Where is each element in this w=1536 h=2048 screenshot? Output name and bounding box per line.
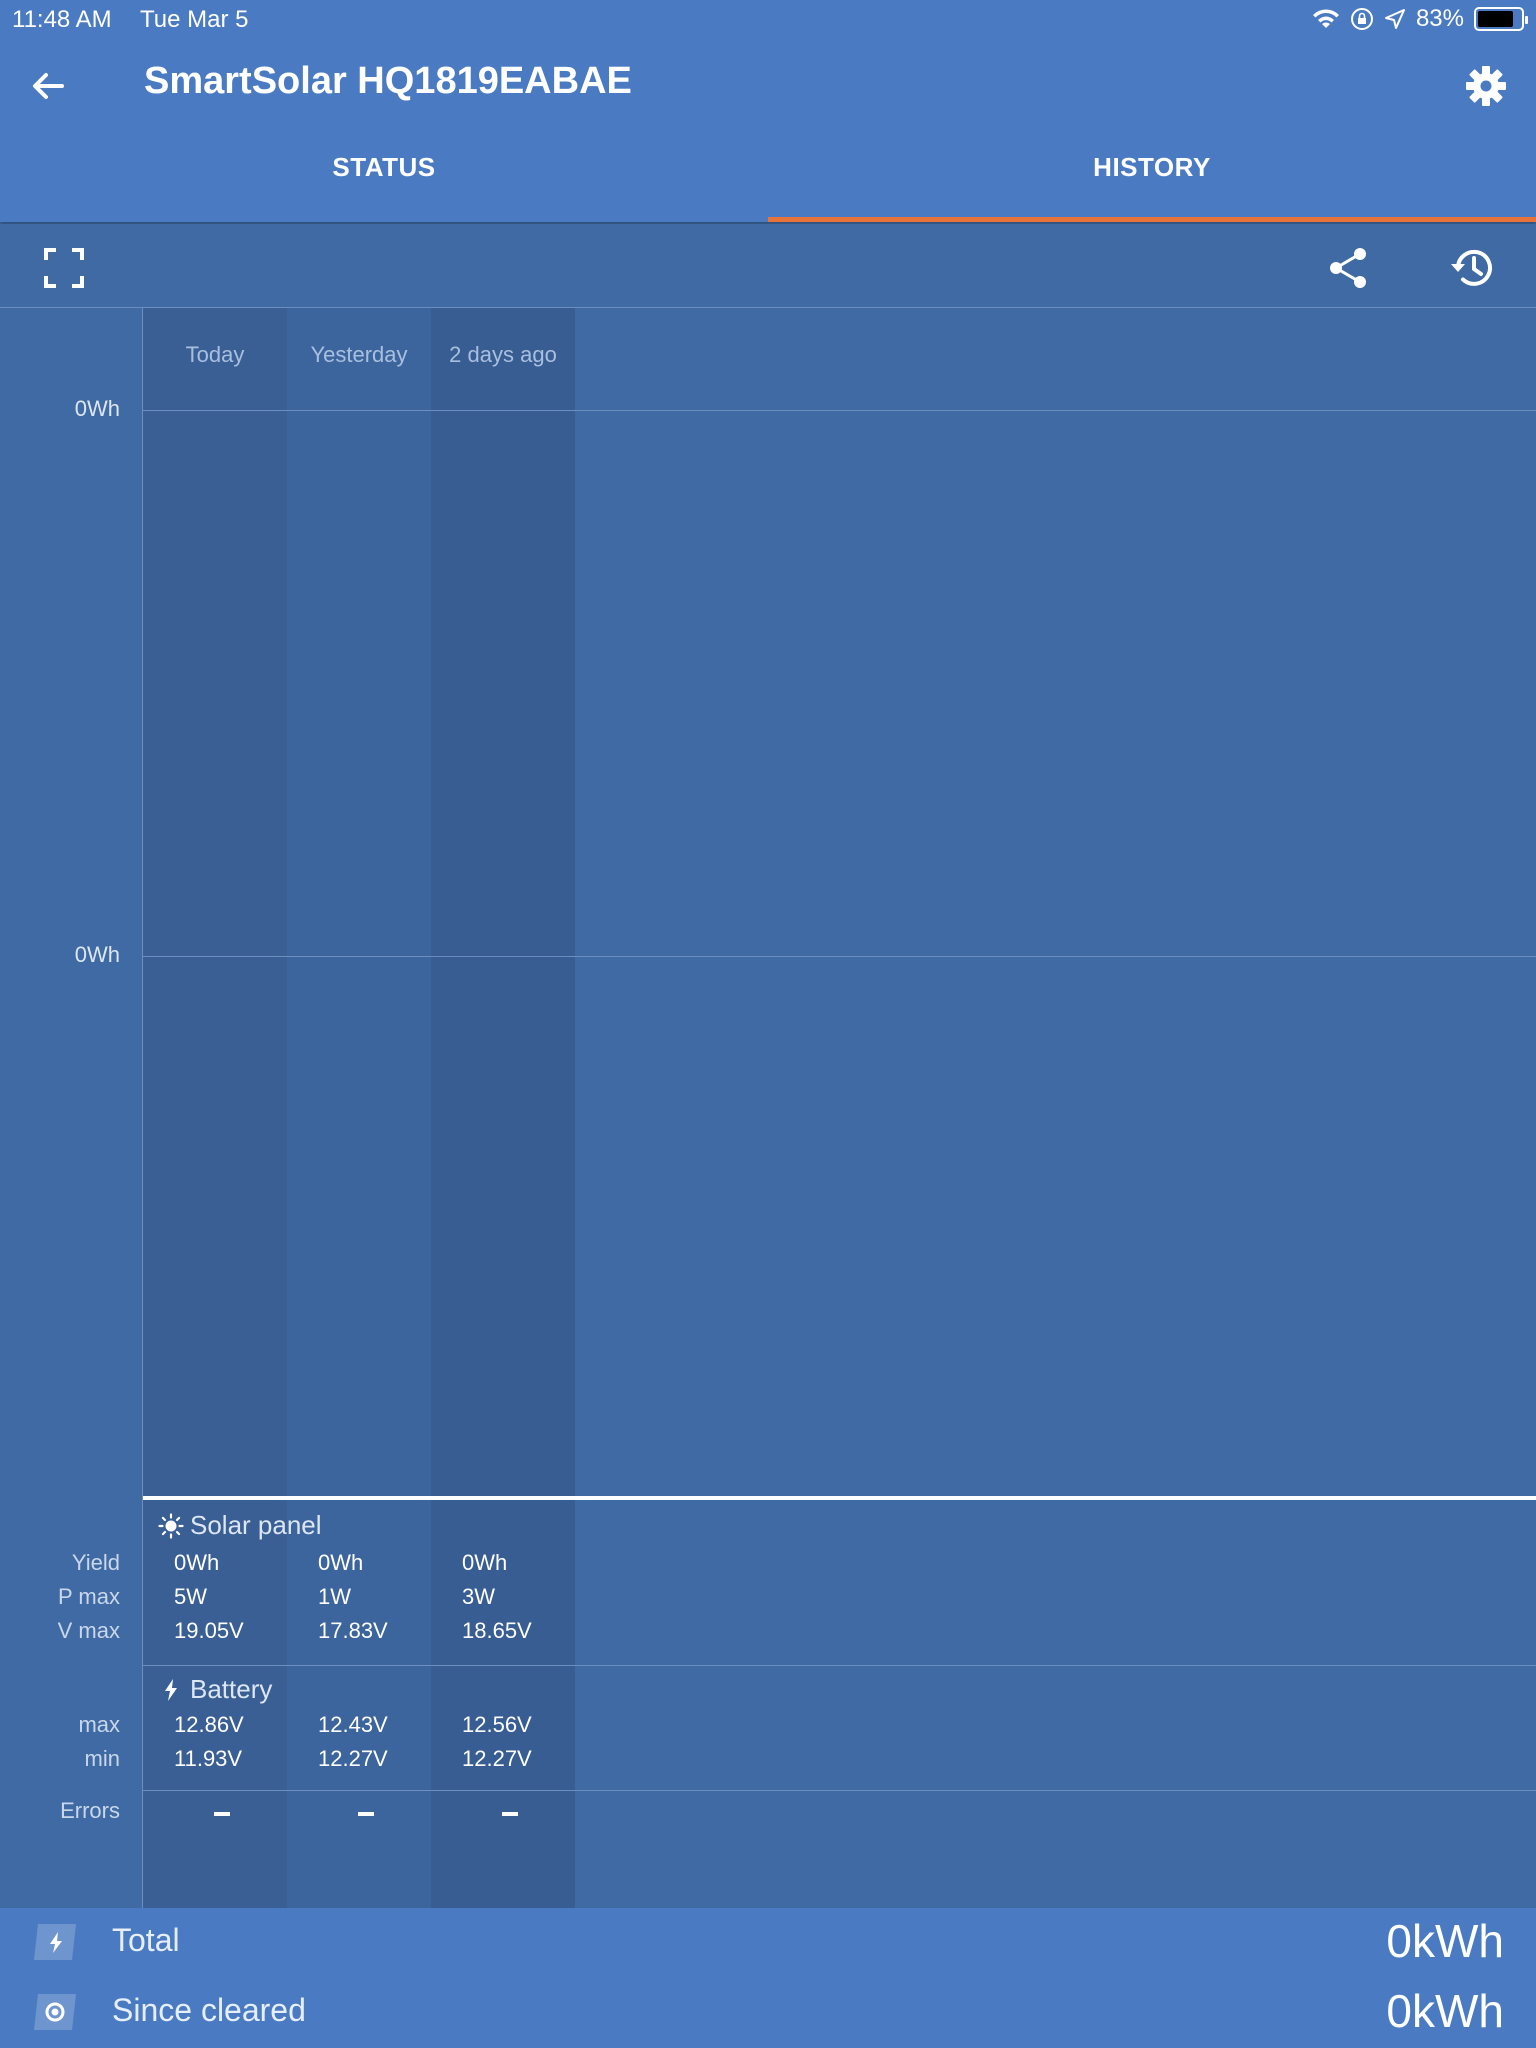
orientation-lock-icon [1350,8,1373,30]
arrow-back-icon[interactable] [26,64,70,108]
vmax-value: 17.83V [318,1618,388,1643]
page-title: SmartSolar HQ1819EABAE [144,60,632,102]
target-box-icon [34,1994,76,2030]
chart-baseline [143,1496,1536,1500]
battery-min-value: 12.27V [462,1746,532,1771]
battery-percent: 83% [1415,5,1464,32]
pmax-value: 1W [318,1584,351,1609]
total-row: Total 0kWh [0,1908,1536,1978]
status-right: 83% [1312,5,1528,33]
totals-footer: Total 0kWh Since cleared 0kWh [0,1908,1536,2048]
bolt-box-icon [34,1924,76,1960]
column-label: Yesterday [310,342,408,367]
errors-none-mark [502,1812,518,1816]
tab-history[interactable]: HISTORY [768,112,1536,222]
history-chart: Today Yesterday 2 days ago 0Wh 0Wh Solar… [0,308,1536,1908]
solar-panel-title: Solar panel [158,1510,322,1541]
column-label: 2 days ago [449,342,557,367]
history-icon[interactable] [1448,244,1496,292]
battery-max-label: max [78,1712,120,1737]
battery-icon [1474,7,1528,31]
vmax-label: V max [57,1618,120,1643]
status-date: Tue Mar 5 [140,6,249,33]
status-time: 11:48 AM [12,6,112,33]
status-bar: 11:48 AM Tue Mar 5 83% [0,0,1536,40]
y-tick-label: 0Wh [74,396,120,421]
battery-title: Battery [158,1674,272,1705]
battery-min-value: 11.93V [174,1746,243,1771]
fullscreen-icon[interactable] [40,244,88,292]
wifi-icon [1312,9,1339,28]
vmax-value: 19.05V [174,1618,244,1643]
vmax-value: 18.65V [462,1618,532,1643]
pmax-label: P max [58,1584,120,1609]
day-column-yesterday[interactable] [287,308,431,1908]
tab-status[interactable]: STATUS [0,112,768,222]
total-label: Total [112,1922,180,1958]
location-icon [1384,9,1405,29]
y-tick-label: 0Wh [74,942,120,967]
grid-line [143,956,1536,957]
battery-max-value: 12.56V [462,1712,532,1737]
since-cleared-value: 0kWh [1386,1985,1504,2037]
column-label: Today [185,342,245,367]
grid-line [143,410,1536,411]
errors-none-mark [214,1812,230,1816]
yield-value: 0Wh [462,1550,508,1575]
day-column-2-days-ago[interactable] [431,308,575,1908]
battery-min-value: 12.27V [318,1746,388,1771]
yield-value: 0Wh [318,1550,364,1575]
since-cleared-row: Since cleared 0kWh [0,1978,1536,2048]
since-cleared-label: Since cleared [112,1992,306,2028]
section-divider [143,1790,1536,1791]
pmax-value: 5W [174,1584,207,1609]
y-axis-line [142,308,143,1908]
sun-icon [158,1512,184,1539]
gear-icon[interactable] [1462,62,1510,110]
yield-value: 0Wh [174,1550,220,1575]
battery-max-value: 12.43V [318,1712,388,1737]
share-icon[interactable] [1324,244,1372,292]
tab-bar: STATUS HISTORY [0,112,1536,222]
total-value: 0kWh [1386,1915,1504,1967]
section-divider [143,1665,1536,1666]
pmax-value: 3W [462,1584,495,1609]
bolt-icon [165,1678,177,1701]
errors-none-mark [358,1812,374,1816]
day-column-today[interactable] [143,308,287,1908]
battery-min-label: min [84,1746,120,1771]
yield-label: Yield [71,1550,120,1575]
chart-toolbar [0,224,1536,308]
errors-label: Errors [60,1798,120,1823]
battery-max-value: 12.86V [174,1712,244,1737]
